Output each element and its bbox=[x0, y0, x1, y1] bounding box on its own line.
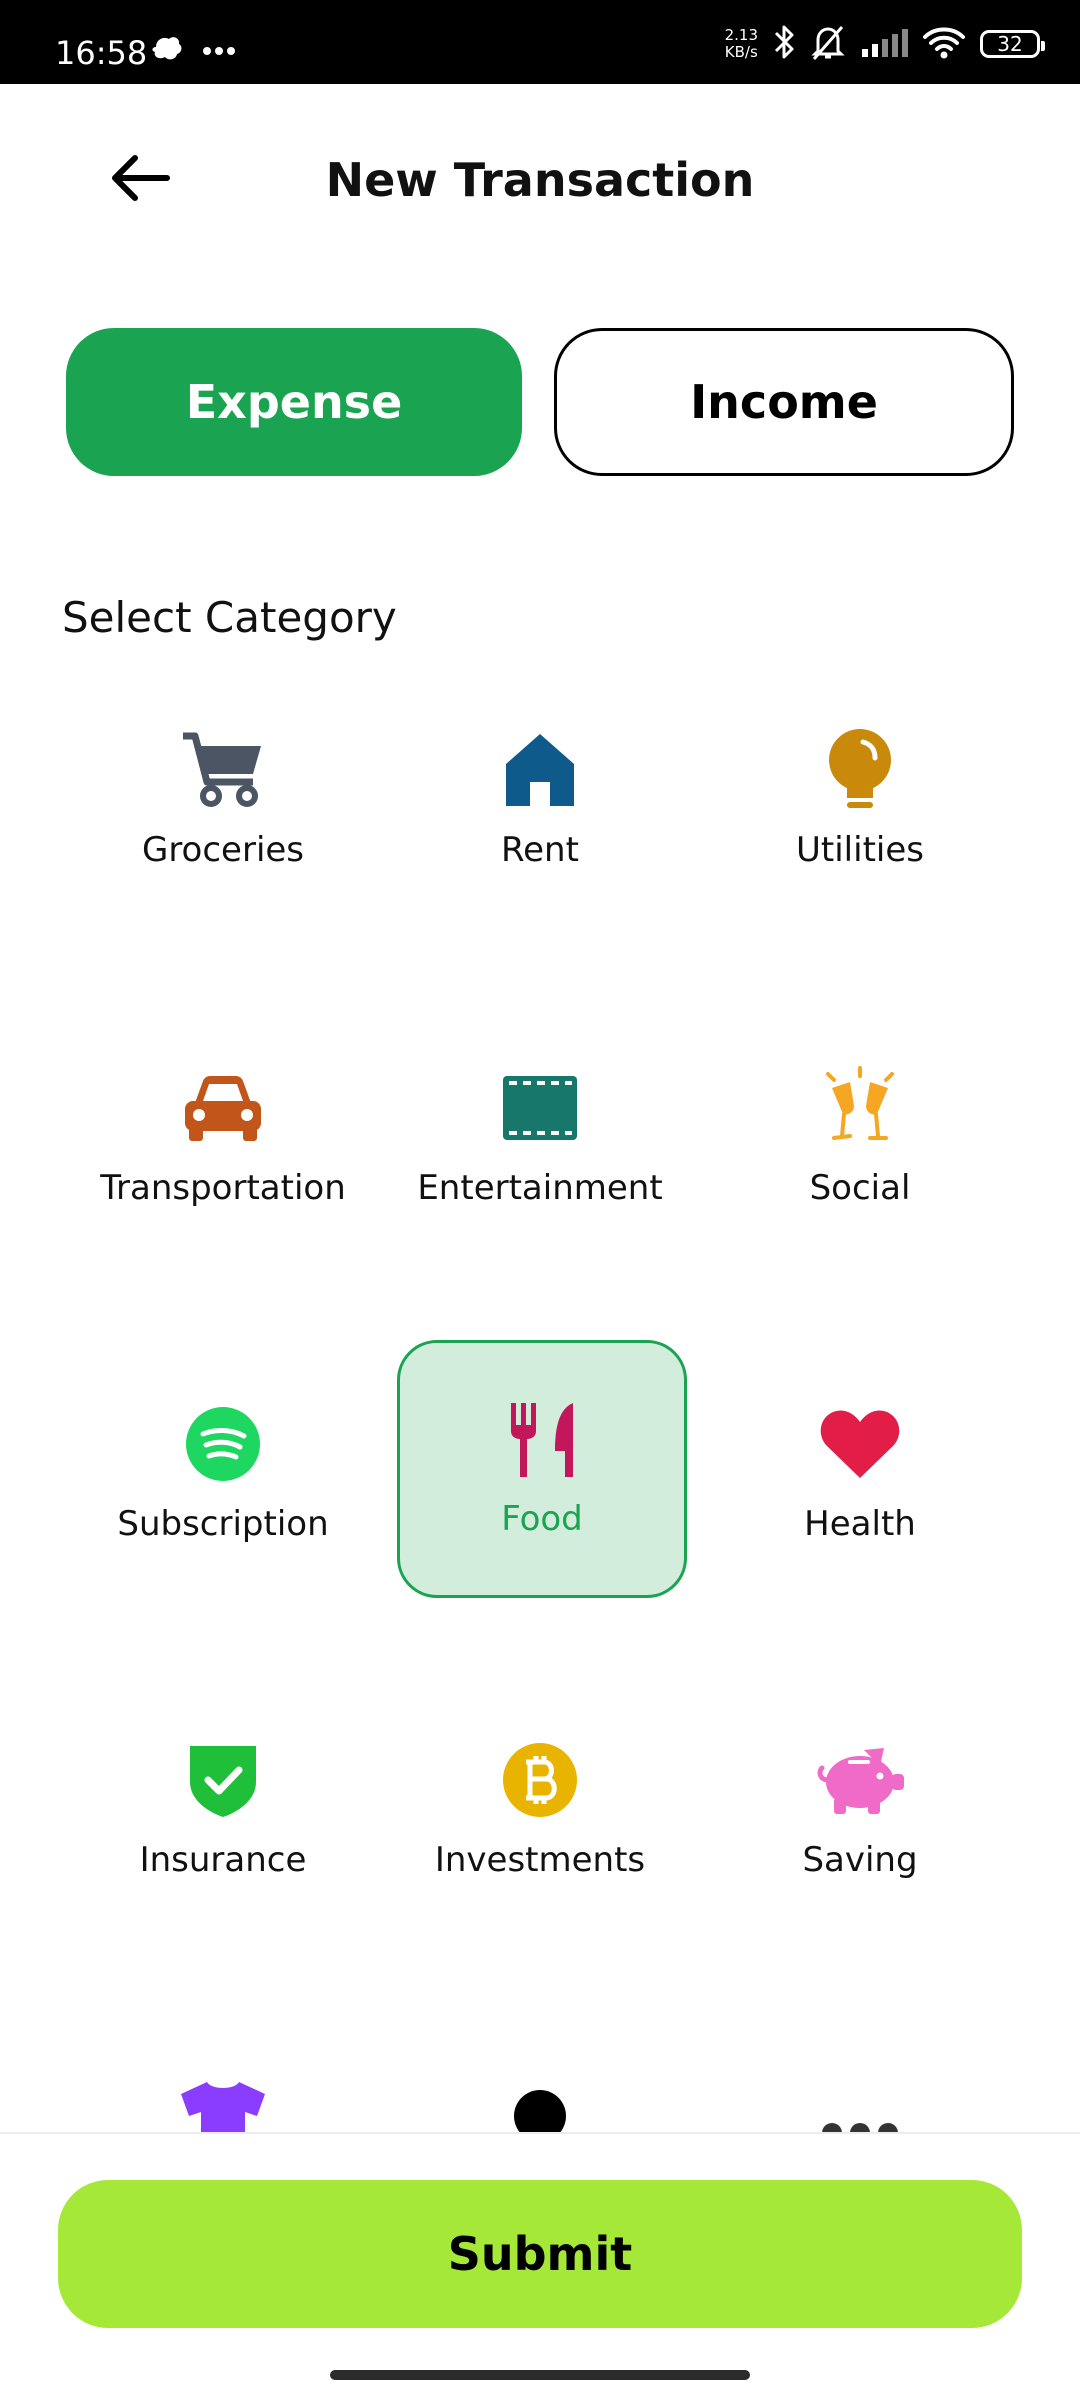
category-label: Subscription bbox=[117, 1504, 329, 1544]
network-speed-unit: KB/s bbox=[724, 43, 758, 61]
status-left-icons bbox=[150, 30, 236, 70]
status-bar: 16:58 2.13 KB/s 32 bbox=[0, 0, 1080, 84]
category-subscription[interactable]: Subscription bbox=[78, 1346, 368, 1606]
category-label: Rent bbox=[501, 830, 579, 870]
shopping-cart-icon bbox=[175, 722, 271, 818]
lightbulb-icon bbox=[812, 722, 908, 818]
category-transportation[interactable]: Transportation bbox=[78, 1010, 368, 1270]
category-label: Social bbox=[809, 1168, 911, 1208]
home-indicator[interactable] bbox=[330, 2370, 750, 2380]
more-dots-icon bbox=[202, 41, 236, 60]
heart-icon bbox=[812, 1396, 908, 1492]
category-insurance[interactable]: Insurance bbox=[78, 1682, 368, 1942]
category-food[interactable]: Food bbox=[397, 1340, 687, 1598]
section-title: Select Category bbox=[62, 593, 397, 642]
divider bbox=[0, 2132, 1080, 2134]
category-label: Entertainment bbox=[417, 1168, 663, 1208]
category-label: Saving bbox=[802, 1840, 918, 1880]
utensils-icon bbox=[494, 1391, 590, 1487]
category-saving[interactable]: Saving bbox=[715, 1682, 1005, 1942]
category-label: Health bbox=[804, 1504, 916, 1544]
champagne-glasses-icon bbox=[812, 1060, 908, 1156]
status-right-icons: 2.13 KB/s 32 bbox=[725, 22, 1045, 66]
page-title: New Transaction bbox=[325, 153, 755, 207]
status-time: 16:58 bbox=[55, 34, 148, 72]
network-speed-value: 2.13 bbox=[724, 26, 758, 44]
category-entertainment[interactable]: Entertainment bbox=[395, 1010, 685, 1270]
wifi-icon bbox=[922, 25, 966, 63]
signal-icon bbox=[860, 27, 908, 61]
house-icon bbox=[492, 722, 588, 818]
category-groceries[interactable]: Groceries bbox=[78, 672, 368, 932]
notification-icon bbox=[150, 33, 184, 67]
income-tab[interactable]: Income bbox=[554, 328, 1014, 476]
film-icon bbox=[492, 1060, 588, 1156]
category-label: Food bbox=[501, 1499, 583, 1539]
submit-button[interactable]: Submit bbox=[58, 2180, 1022, 2328]
piggy-bank-icon bbox=[812, 1732, 908, 1828]
car-icon bbox=[175, 1060, 271, 1156]
category-rent[interactable]: Rent bbox=[395, 672, 685, 932]
category-investments[interactable]: Investments bbox=[395, 1682, 685, 1942]
mute-bell-icon bbox=[810, 23, 846, 65]
expense-tab[interactable]: Expense bbox=[66, 328, 522, 476]
shield-check-icon bbox=[175, 1732, 271, 1828]
category-health[interactable]: Health bbox=[715, 1346, 1005, 1606]
category-utilities[interactable]: Utilities bbox=[715, 672, 1005, 932]
network-speed: 2.13 KB/s bbox=[725, 27, 758, 61]
category-label: Insurance bbox=[139, 1840, 307, 1880]
category-label: Utilities bbox=[796, 830, 924, 870]
category-label: Investments bbox=[434, 1840, 646, 1880]
battery-level: 32 bbox=[997, 32, 1023, 56]
bluetooth-icon bbox=[772, 23, 796, 65]
category-label: Groceries bbox=[141, 830, 305, 870]
bitcoin-icon bbox=[492, 1732, 588, 1828]
battery-icon: 32 bbox=[980, 30, 1045, 58]
category-label: Transportation bbox=[100, 1168, 346, 1208]
category-social[interactable]: Social bbox=[715, 1010, 1005, 1270]
spotify-icon bbox=[175, 1396, 271, 1492]
